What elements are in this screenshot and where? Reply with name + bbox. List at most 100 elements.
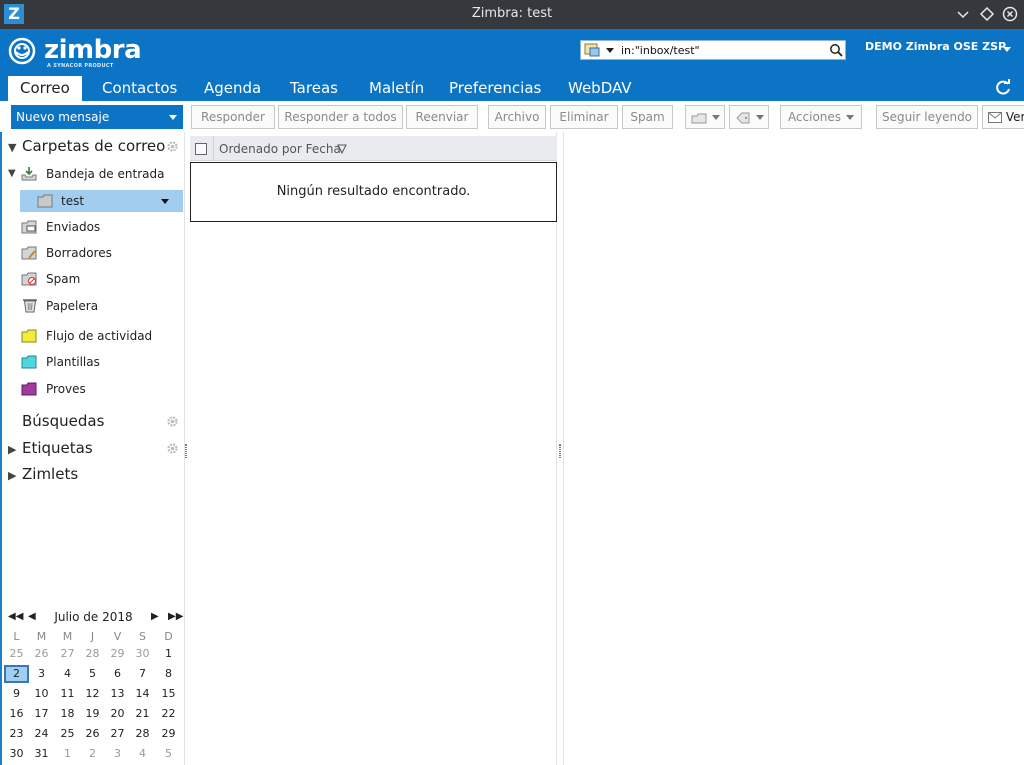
next-year-icon[interactable]: ▶▶	[168, 611, 183, 622]
calendar-day[interactable]: 20	[105, 705, 130, 723]
calendar-day[interactable]: 23	[4, 725, 29, 743]
calendar-day[interactable]: 8	[156, 665, 181, 683]
calendar-day[interactable]: 17	[29, 705, 54, 723]
calendar-day[interactable]: 29	[105, 645, 130, 663]
calendar-day[interactable]: 22	[156, 705, 181, 723]
sort-by-date-label[interactable]: Ordenado por Fecha	[219, 142, 341, 156]
calendar-day[interactable]: 12	[80, 685, 105, 703]
calendar-day[interactable]: 18	[55, 705, 80, 723]
delete-button[interactable]: Eliminar	[550, 105, 618, 129]
calendar-day[interactable]: 28	[130, 725, 155, 743]
folder-proves[interactable]: Proves	[0, 378, 184, 400]
calendar-day[interactable]: 30	[4, 745, 29, 763]
search-scope-caret-icon[interactable]	[606, 48, 614, 53]
calendar-day[interactable]: 26	[80, 725, 105, 743]
tab-preferencias[interactable]: Preferencias	[437, 76, 553, 101]
sort-desc-icon[interactable]	[337, 144, 347, 154]
calendar-day[interactable]: 27	[55, 645, 80, 663]
calendar-day[interactable]: 24	[29, 725, 54, 743]
folder-trash[interactable]: Papelera	[0, 295, 184, 317]
calendar-day[interactable]: 10	[29, 685, 54, 703]
maximize-icon[interactable]	[979, 6, 995, 22]
next-month-icon[interactable]: ▶	[151, 611, 159, 622]
zimlets-header[interactable]: ▶ Zimlets	[8, 465, 78, 485]
new-message-caret-icon[interactable]	[169, 115, 177, 120]
gear-icon[interactable]	[166, 442, 179, 455]
user-menu-caret-icon[interactable]	[1003, 47, 1011, 52]
calendar-day[interactable]: 25	[4, 645, 29, 663]
calendar-day[interactable]: 7	[130, 665, 155, 683]
calendar-day[interactable]: 3	[105, 745, 130, 763]
calendar-day[interactable]: 16	[4, 705, 29, 723]
search-input[interactable]	[621, 42, 821, 58]
calendar-day[interactable]: 9	[4, 685, 29, 703]
calendar-day-today[interactable]: 2	[4, 665, 29, 683]
user-menu[interactable]: DEMO Zimbra OSE ZSP	[865, 40, 1006, 53]
calendar-day[interactable]: 1	[156, 645, 181, 663]
calendar-day[interactable]: 29	[156, 725, 181, 743]
folder-drafts[interactable]: Borradores	[0, 242, 184, 264]
reply-all-button[interactable]: Responder a todos	[278, 105, 403, 129]
view-button[interactable]: Ver	[982, 105, 1024, 129]
gear-icon[interactable]	[166, 140, 179, 153]
select-all-checkbox[interactable]	[195, 143, 207, 155]
calendar-day[interactable]: 25	[55, 725, 80, 743]
search-icon[interactable]	[829, 43, 843, 57]
calendar-day[interactable]: 4	[55, 665, 80, 683]
minimize-icon[interactable]	[955, 6, 971, 22]
searches-header[interactable]: Búsquedas	[8, 412, 104, 432]
archive-button[interactable]: Archivo	[488, 105, 546, 129]
tab-webdav[interactable]: WebDAV	[556, 76, 644, 101]
mail-folders-header[interactable]: ▼ Carpetas de correo	[8, 137, 165, 157]
folder-templates[interactable]: Plantillas	[0, 351, 184, 373]
expand-triangle-icon[interactable]: ▶	[8, 469, 22, 482]
calendar-day[interactable]: 13	[105, 685, 130, 703]
gear-icon[interactable]	[166, 415, 179, 428]
calendar-day[interactable]: 15	[156, 685, 181, 703]
folder-inbox[interactable]: ▼ Bandeja de entrada	[0, 163, 184, 185]
reply-button[interactable]: Responder	[191, 105, 275, 129]
tab-correo[interactable]: Correo	[8, 76, 82, 101]
calendar-day[interactable]: 14	[130, 685, 155, 703]
right-splitter[interactable]	[557, 132, 564, 765]
folder-sent[interactable]: Enviados	[0, 216, 184, 238]
refresh-icon[interactable]	[994, 79, 1012, 97]
collapse-triangle-icon[interactable]: ▼	[8, 141, 22, 154]
folder-test[interactable]: test	[20, 190, 183, 212]
tab-maletin[interactable]: Maletín	[357, 76, 436, 101]
forward-button[interactable]: Reenviar	[406, 105, 478, 129]
calendar-day[interactable]: 5	[80, 665, 105, 683]
splitter-grip-icon[interactable]	[185, 444, 187, 458]
spam-button[interactable]: Spam	[622, 105, 673, 129]
calendar-day[interactable]: 26	[29, 645, 54, 663]
calendar-day[interactable]: 28	[80, 645, 105, 663]
tab-contactos[interactable]: Contactos	[90, 76, 189, 101]
close-window-icon[interactable]	[1002, 6, 1018, 22]
collapse-triangle-icon[interactable]: ▼	[8, 163, 16, 185]
calendar-day[interactable]: 1	[55, 745, 80, 763]
search-scope-icon[interactable]	[584, 43, 600, 57]
calendar-day[interactable]: 30	[130, 645, 155, 663]
search-bar[interactable]	[580, 40, 846, 60]
calendar-day[interactable]: 27	[105, 725, 130, 743]
tag-button[interactable]	[729, 105, 769, 129]
tags-header[interactable]: ▶ Etiquetas	[8, 439, 93, 459]
keep-reading-button[interactable]: Seguir leyendo	[876, 105, 978, 129]
tab-tareas[interactable]: Tareas	[278, 76, 350, 101]
calendar-day[interactable]: 31	[29, 745, 54, 763]
tab-agenda[interactable]: Agenda	[192, 76, 273, 101]
calendar-day[interactable]: 5	[156, 745, 181, 763]
calendar-day[interactable]: 3	[29, 665, 54, 683]
calendar-day[interactable]: 21	[130, 705, 155, 723]
splitter-grip-icon[interactable]	[559, 444, 561, 458]
expand-triangle-icon[interactable]: ▶	[8, 443, 22, 456]
calendar-day[interactable]: 2	[80, 745, 105, 763]
move-button[interactable]	[685, 105, 725, 129]
calendar-day[interactable]: 19	[80, 705, 105, 723]
folder-activity-stream[interactable]: Flujo de actividad	[0, 325, 184, 347]
calendar-day[interactable]: 6	[105, 665, 130, 683]
new-message-button[interactable]: Nuevo mensaje	[11, 105, 183, 129]
calendar-day[interactable]: 11	[55, 685, 80, 703]
folder-spam[interactable]: Spam	[0, 268, 184, 290]
folder-menu-caret-icon[interactable]	[161, 199, 169, 204]
